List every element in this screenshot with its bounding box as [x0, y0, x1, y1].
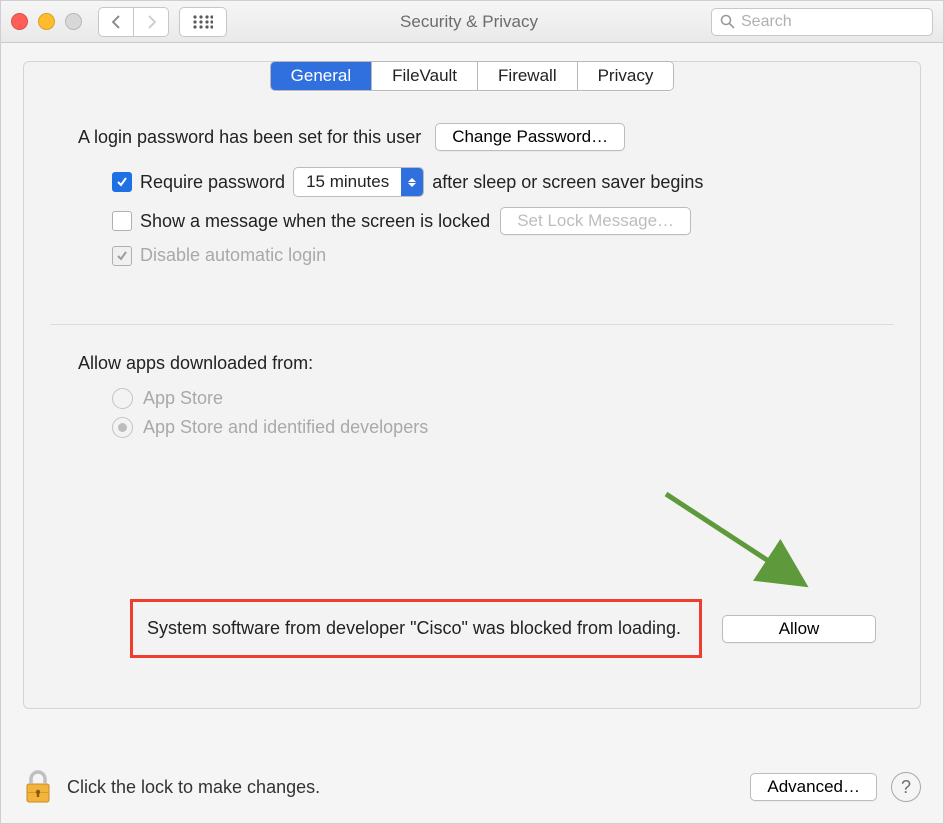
zoom-window-button[interactable] [65, 13, 82, 30]
forward-button[interactable] [134, 7, 169, 37]
checkmark-icon [116, 176, 128, 188]
allow-app-store-label: App Store [143, 388, 223, 409]
titlebar: Security & Privacy Search [1, 1, 943, 43]
tab-bar: General FileVault Firewall Privacy [52, 61, 892, 91]
checkmark-icon [116, 250, 128, 262]
require-password-delay-value: 15 minutes [294, 172, 401, 192]
chevron-left-icon [112, 15, 121, 29]
lock-icon [23, 769, 53, 805]
annotation-arrow-icon [656, 484, 816, 604]
lock-button[interactable] [23, 769, 53, 805]
divider [50, 324, 894, 325]
annotation-highlight: System software from developer "Cisco" w… [130, 599, 702, 658]
grid-icon [193, 15, 213, 29]
search-placeholder: Search [741, 13, 792, 31]
disable-auto-login-label: Disable automatic login [140, 245, 326, 266]
window-title: Security & Privacy [247, 12, 691, 32]
tab-filevault[interactable]: FileVault [371, 62, 477, 90]
window-body: General FileVault Firewall Privacy A log… [1, 43, 943, 721]
blocked-software-message: System software from developer "Cisco" w… [147, 618, 681, 638]
require-password-suffix: after sleep or screen saver begins [432, 172, 703, 193]
disable-auto-login-checkbox[interactable] [112, 246, 132, 266]
allow-identified-radio[interactable] [112, 417, 133, 438]
login-password-set-label: A login password has been set for this u… [78, 127, 421, 148]
allow-identified-label: App Store and identified developers [143, 417, 428, 438]
tab-firewall[interactable]: Firewall [477, 62, 577, 90]
advanced-button[interactable]: Advanced… [750, 773, 877, 801]
allow-apps-heading: Allow apps downloaded from: [78, 353, 313, 374]
close-window-button[interactable] [11, 13, 28, 30]
require-password-delay-select[interactable]: 15 minutes [293, 167, 424, 197]
search-icon [720, 14, 735, 29]
main-panel: General FileVault Firewall Privacy A log… [23, 61, 921, 709]
back-button[interactable] [98, 7, 134, 37]
help-button[interactable]: ? [891, 772, 921, 802]
select-stepper-icon [401, 168, 423, 196]
allow-app-store-radio[interactable] [112, 388, 133, 409]
tab-privacy[interactable]: Privacy [577, 62, 674, 90]
show-message-checkbox[interactable] [112, 211, 132, 231]
change-password-button[interactable]: Change Password… [435, 123, 625, 151]
lock-help-text: Click the lock to make changes. [67, 777, 320, 798]
tab-general[interactable]: General [271, 62, 371, 90]
show-message-label: Show a message when the screen is locked [140, 211, 490, 232]
nav-buttons [98, 7, 169, 37]
require-password-label: Require password [140, 172, 285, 193]
set-lock-message-button[interactable]: Set Lock Message… [500, 207, 691, 235]
allow-button[interactable]: Allow [722, 615, 876, 643]
preferences-window: Security & Privacy Search General FileVa… [0, 0, 944, 824]
footer: Click the lock to make changes. Advanced… [1, 751, 943, 823]
search-field[interactable]: Search [711, 8, 933, 36]
require-password-checkbox[interactable] [112, 172, 132, 192]
window-controls [11, 13, 82, 30]
help-icon: ? [901, 777, 911, 798]
show-all-button[interactable] [179, 7, 227, 37]
general-pane: A login password has been set for this u… [52, 91, 892, 438]
minimize-window-button[interactable] [38, 13, 55, 30]
chevron-right-icon [147, 15, 156, 29]
blocked-software-row: System software from developer "Cisco" w… [130, 599, 876, 658]
